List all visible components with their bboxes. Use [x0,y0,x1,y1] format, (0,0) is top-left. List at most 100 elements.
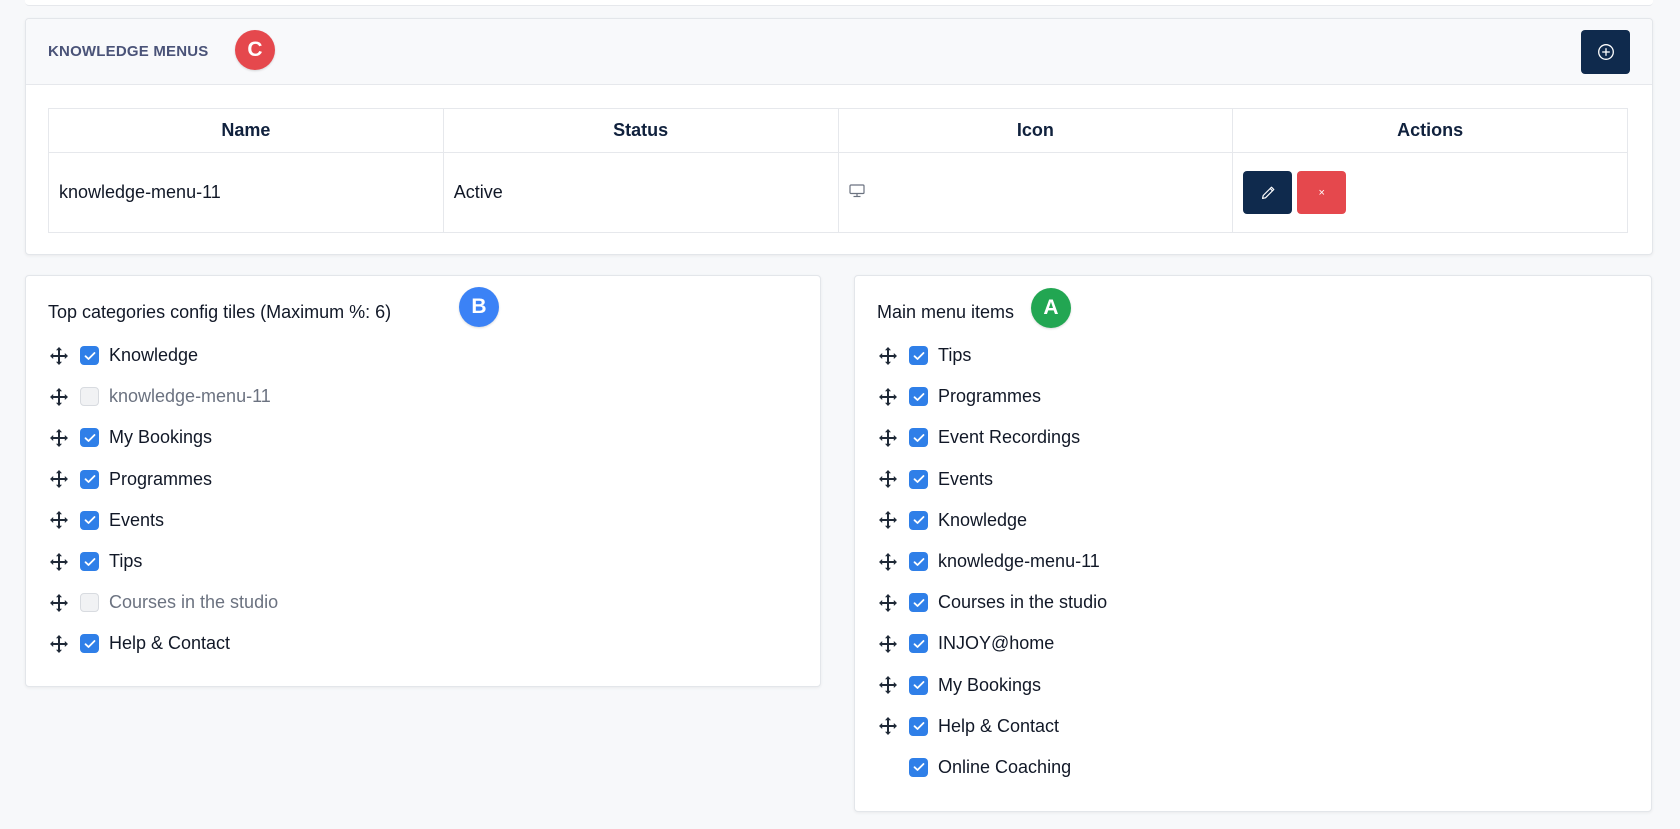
list-item: Events [877,459,1107,500]
move-arrows-icon [50,634,68,653]
move-arrows-icon [879,428,897,447]
plus-circle-icon [1597,44,1614,60]
column-header-status: Status [442,108,839,153]
annotation-badge-a: A [1031,288,1071,328]
move-arrows-icon [50,511,68,530]
checkmark-icon [913,640,924,648]
drag-handle-icon[interactable] [48,551,70,573]
drag-handle-icon[interactable] [48,427,70,449]
main-menu-card: Main menu items A Tips Programmes Event Re… [854,275,1652,812]
list-item: Tips [48,541,278,582]
list-item: Courses in the studio [48,582,278,623]
item-checkbox[interactable] [909,469,928,489]
row-name-cell: knowledge-menu-11 [48,152,444,233]
drag-handle-icon[interactable] [48,509,70,531]
item-checkbox[interactable] [80,552,99,572]
drag-handle-icon[interactable] [877,551,899,573]
item-label: Tips [109,551,143,572]
drag-handle-icon[interactable] [48,386,70,408]
checkmark-icon [913,475,924,484]
checkmark-icon [913,681,924,689]
list-item: Knowledge [48,335,278,376]
item-label: Knowledge [938,509,1028,530]
list-item: Programmes [877,376,1107,417]
list-item: Tips [877,335,1107,376]
drag-handle-icon[interactable] [877,633,899,655]
item-checkbox[interactable] [80,428,99,448]
item-checkbox[interactable] [909,387,928,407]
row-icon-cell [837,152,1234,233]
item-label: Events [938,468,994,489]
drag-handle-icon[interactable] [877,674,899,696]
item-checkbox[interactable] [80,469,99,489]
item-checkbox[interactable] [909,552,928,572]
checkmark-icon [84,640,95,648]
move-arrows-icon [50,552,68,571]
list-item: Event Recordings [877,417,1107,458]
row-actions-cell: × [1232,152,1628,233]
list-item: Knowledge [877,500,1107,541]
item-checkbox[interactable] [909,510,928,530]
drag-handle-icon[interactable] [877,592,899,614]
item-checkbox[interactable] [80,346,99,366]
edit-button[interactable] [1243,171,1293,214]
item-label: Programmes [938,386,1042,407]
item-checkbox[interactable] [80,510,99,530]
list-item: INJOY@home [877,623,1107,664]
drag-handle-icon[interactable] [48,468,70,490]
item-checkbox[interactable] [80,593,99,613]
item-label: Courses in the studio [109,592,279,613]
item-checkbox[interactable] [909,757,928,777]
drag-handle-icon[interactable] [877,427,899,449]
item-label: Courses in the studio [938,592,1108,613]
column-header-icon: Icon [837,108,1234,153]
item-label: My Bookings [109,427,213,448]
move-arrows-icon [879,717,897,736]
checkmark-icon [913,392,924,401]
top-categories-label: Top categories config tiles (Maximum %: … [48,302,392,322]
column-header-actions: Actions [1232,108,1628,153]
checkmark-icon [84,351,95,360]
item-label: knowledge-menu-11 [938,551,1100,572]
item-checkbox[interactable] [909,716,928,736]
drag-handle-icon[interactable] [877,468,899,490]
list-item: Help & Contact [48,623,278,664]
move-arrows-icon [879,676,897,695]
move-arrows-icon [879,470,897,489]
item-checkbox[interactable] [80,634,99,654]
move-arrows-icon [50,593,68,612]
annotation-badge-b: B [459,287,499,327]
item-label: Programmes [109,468,213,489]
drag-handle-icon[interactable] [877,715,899,737]
item-checkbox[interactable] [909,428,928,448]
move-arrows-icon [879,387,897,406]
checkmark-icon [84,516,95,525]
drag-handle-icon[interactable] [48,592,70,614]
pencil-icon [1261,186,1275,199]
move-arrows-icon [879,552,897,571]
item-label: Online Coaching [938,756,1072,777]
item-checkbox[interactable] [909,675,928,695]
drag-handle-icon[interactable] [877,509,899,531]
top-panel-edge [25,0,1653,6]
move-arrows-icon [50,470,68,489]
add-menu-button[interactable] [1581,30,1630,74]
drag-handle-icon[interactable] [877,386,899,408]
drag-handle-icon[interactable] [48,633,70,655]
top-categories-list: Knowledge knowledge-menu-11 My Bookings Pro… [48,335,278,665]
drag-handle-icon[interactable] [877,345,899,367]
knowledge-menus-header: KNOWLEDGE MENUS C [26,19,1652,85]
item-checkbox[interactable] [80,387,99,407]
table-row: knowledge-menu-11 Active × [48,152,1628,233]
delete-button[interactable]: × [1297,171,1347,214]
list-item: Online Coaching [877,747,1107,788]
move-arrows-icon [50,346,68,365]
item-checkbox[interactable] [909,634,928,654]
item-checkbox[interactable] [909,346,928,366]
checkmark-icon [913,557,924,566]
checkmark-icon [84,475,95,484]
move-arrows-icon [50,428,68,447]
drag-handle-icon[interactable] [48,345,70,367]
list-item: Programmes [48,459,278,500]
item-checkbox[interactable] [909,593,928,613]
